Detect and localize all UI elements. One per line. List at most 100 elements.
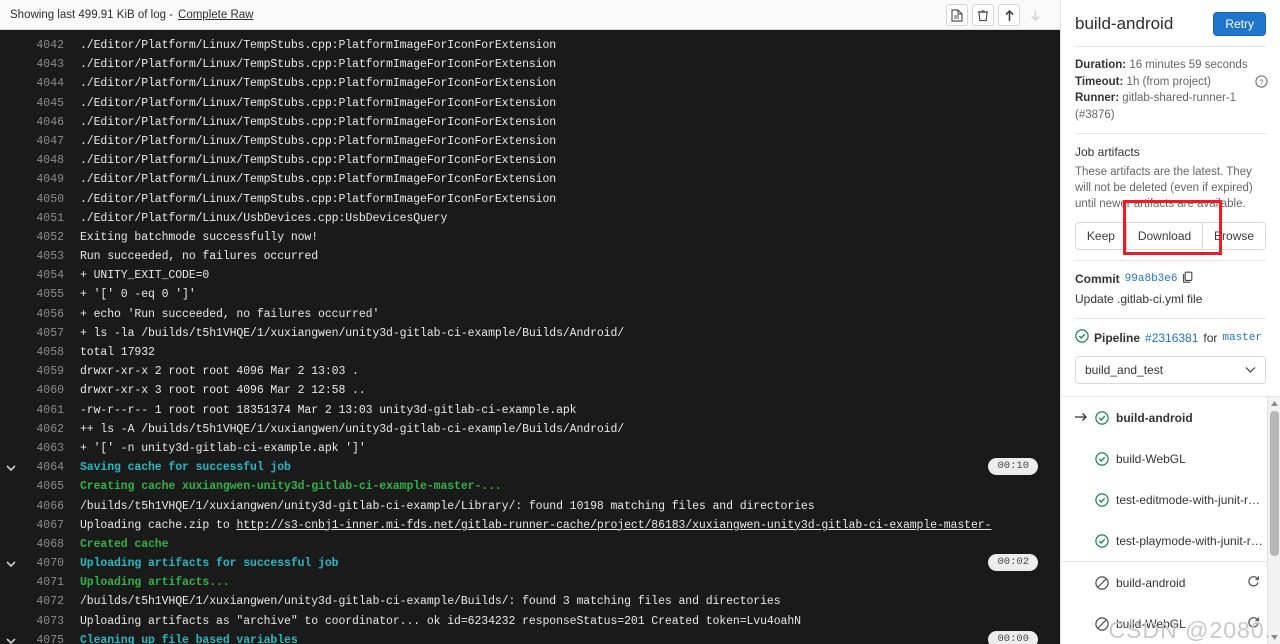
timeout-label: Timeout: <box>1075 76 1123 88</box>
retry-button[interactable]: Retry <box>1213 12 1266 36</box>
log-line-number[interactable]: 4057 <box>22 324 64 343</box>
scroll-to-bottom-icon[interactable] <box>1024 4 1046 26</box>
log-line-text: ./Editor/Platform/Linux/TempStubs.cpp:Pl… <box>64 36 556 55</box>
log-line-number[interactable]: 4049 <box>22 170 64 189</box>
duration-value: 16 minutes 59 seconds <box>1129 59 1247 71</box>
job-list-item[interactable]: test-editmode-with-junit-reports <box>1061 479 1280 520</box>
keep-artifacts-button[interactable]: Keep <box>1075 222 1127 250</box>
timeout-row: Timeout: 1h (from project) ? <box>1075 74 1266 91</box>
log-line: 4044./Editor/Platform/Linux/TempStubs.cp… <box>0 74 1060 93</box>
log-line-number[interactable]: 4046 <box>22 113 64 132</box>
raw-log-icon[interactable] <box>946 4 968 26</box>
job-list-item[interactable]: test-playmode-with-junit-repo... <box>1061 520 1280 561</box>
log-line-text: + UNITY_EXIT_CODE=0 <box>64 266 209 285</box>
log-line-number[interactable]: 4070 <box>22 554 64 573</box>
log-line: 4065Creating cache xuxiangwen-unity3d-gi… <box>0 477 1060 496</box>
log-truncation-notice: Showing last 499.91 KiB of log - <box>10 9 173 21</box>
log-toolbar-actions <box>946 4 1046 26</box>
log-line-number[interactable]: 4056 <box>22 305 64 324</box>
pipeline-ref-link[interactable]: master <box>1222 330 1262 347</box>
commit-message: Update .gitlab-ci.yml file <box>1075 291 1266 308</box>
log-line-number[interactable]: 4075 <box>22 631 64 644</box>
log-line-number[interactable]: 4054 <box>22 266 64 285</box>
scrollbar-up-arrow[interactable] <box>1268 397 1280 410</box>
retry-job-icon[interactable] <box>1247 616 1260 632</box>
log-line-text: ./Editor/Platform/Linux/TempStubs.cpp:Pl… <box>64 170 556 189</box>
scrollbar-thumb[interactable] <box>1270 411 1279 556</box>
log-line-text: Creating cache xuxiangwen-unity3d-gitlab… <box>64 477 502 496</box>
log-line-number[interactable]: 4060 <box>22 381 64 400</box>
stage-select[interactable]: build_and_test <box>1075 356 1266 384</box>
log-line: 4056+ echo 'Run succeeded, no failures o… <box>0 305 1060 324</box>
log-line-number[interactable]: 4045 <box>22 94 64 113</box>
log-line-number[interactable]: 4066 <box>22 497 64 516</box>
log-line: 4068Created cache <box>0 535 1060 554</box>
log-line-text: ./Editor/Platform/Linux/UsbDevices.cpp:U… <box>64 209 447 228</box>
status-skipped-icon <box>1095 576 1111 590</box>
job-details: Duration: 16 minutes 59 seconds Timeout:… <box>1061 57 1280 123</box>
log-line: 4051./Editor/Platform/Linux/UsbDevices.c… <box>0 209 1060 228</box>
log-line-number[interactable]: 4051 <box>22 209 64 228</box>
scroll-to-top-icon[interactable] <box>998 4 1020 26</box>
log-line-number[interactable]: 4067 <box>22 516 64 535</box>
log-line-number[interactable]: 4064 <box>22 458 64 477</box>
log-toolbar: Showing last 499.91 KiB of log - Complet… <box>0 0 1060 30</box>
log-line-number[interactable]: 4063 <box>22 439 64 458</box>
log-line-number[interactable]: 4042 <box>22 36 64 55</box>
log-line-number[interactable]: 4047 <box>22 132 64 151</box>
job-log-output[interactable]: 4042./Editor/Platform/Linux/TempStubs.cp… <box>0 30 1060 644</box>
log-line-number[interactable]: 4055 <box>22 285 64 304</box>
log-line-number[interactable]: 4068 <box>22 535 64 554</box>
log-line: 4066/builds/t5h1VHQE/1/xuxiangwen/unity3… <box>0 497 1060 516</box>
collapse-section-chevron-icon[interactable] <box>0 458 22 477</box>
sidebar-scrollbar[interactable] <box>1267 397 1280 644</box>
log-line: 4070Uploading artifacts for successful j… <box>0 554 1060 573</box>
job-title: build-android <box>1075 14 1173 34</box>
log-line-text: ./Editor/Platform/Linux/TempStubs.cpp:Pl… <box>64 190 556 209</box>
log-line-number[interactable]: 4044 <box>22 74 64 93</box>
log-link[interactable]: http://s3-cnbj1-inner.mi-fds.net/gitlab-… <box>236 519 991 532</box>
job-list-item[interactable]: build-android <box>1061 397 1280 438</box>
log-line-number[interactable]: 4062 <box>22 420 64 439</box>
log-line: 4072/builds/t5h1VHQE/1/xuxiangwen/unity3… <box>0 592 1060 611</box>
log-line-number[interactable]: 4071 <box>22 573 64 592</box>
log-line-number[interactable]: 4050 <box>22 190 64 209</box>
collapse-section-chevron-icon[interactable] <box>0 631 22 644</box>
log-line-number[interactable]: 4073 <box>22 612 64 631</box>
retry-job-icon[interactable] <box>1247 575 1260 591</box>
trash-icon[interactable] <box>972 4 994 26</box>
scrollbar-down-arrow[interactable] <box>1268 631 1280 644</box>
browse-artifacts-button[interactable]: Browse <box>1203 222 1266 250</box>
log-line-number[interactable]: 4058 <box>22 343 64 362</box>
status-success-icon <box>1095 493 1111 507</box>
log-line-number[interactable]: 4043 <box>22 55 64 74</box>
job-list-item-label: build-android <box>1116 411 1193 425</box>
log-line: 4043./Editor/Platform/Linux/TempStubs.cp… <box>0 55 1060 74</box>
job-list-item[interactable]: build-WebGL <box>1061 438 1280 479</box>
log-line-text: drwxr-xr-x 3 root root 4096 Mar 2 12:58 … <box>64 381 366 400</box>
runner-label: Runner: <box>1075 92 1119 104</box>
log-line-number[interactable]: 4052 <box>22 228 64 247</box>
log-line-number[interactable]: 4059 <box>22 362 64 381</box>
log-line-number[interactable]: 4065 <box>22 477 64 496</box>
collapse-section-chevron-icon[interactable] <box>0 554 22 573</box>
log-line-text: Saving cache for successful job <box>64 458 291 477</box>
job-page: Showing last 499.91 KiB of log - Complet… <box>0 0 1280 644</box>
download-artifacts-button[interactable]: Download <box>1127 222 1203 250</box>
job-list-item[interactable]: build-android <box>1061 562 1280 603</box>
log-line-number[interactable]: 4048 <box>22 151 64 170</box>
log-line-number[interactable]: 4072 <box>22 592 64 611</box>
job-list-item[interactable]: build-WebGL <box>1061 603 1280 644</box>
log-line-number[interactable]: 4053 <box>22 247 64 266</box>
complete-raw-link[interactable]: Complete Raw <box>178 9 253 21</box>
log-line-text: + echo 'Run succeeded, no failures occur… <box>64 305 379 324</box>
log-line: 4054+ UNITY_EXIT_CODE=0 <box>0 266 1060 285</box>
log-line: 4067Uploading cache.zip to http://s3-cnb… <box>0 516 1060 535</box>
log-line-number[interactable]: 4061 <box>22 401 64 420</box>
copy-icon[interactable] <box>1182 271 1194 289</box>
artifacts-title: Job artifacts <box>1075 144 1266 161</box>
duration-label: Duration: <box>1075 59 1126 71</box>
duration-row: Duration: 16 minutes 59 seconds <box>1075 57 1266 74</box>
pipeline-id-link[interactable]: #2316381 <box>1145 330 1198 347</box>
commit-sha[interactable]: 99a8b3e6 <box>1125 271 1178 288</box>
